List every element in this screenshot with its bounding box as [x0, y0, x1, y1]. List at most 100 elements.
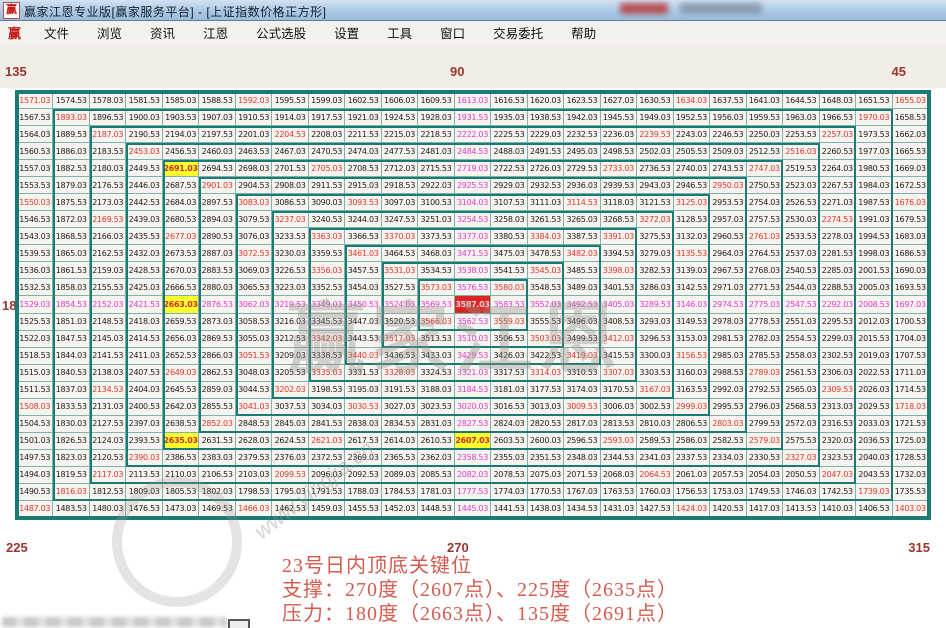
gann-cell: 3538.03: [455, 262, 491, 279]
gann-cell: 2096.03: [309, 467, 345, 484]
gann-cell: 1697.03: [893, 296, 929, 313]
gann-cell: 2565.03: [783, 382, 819, 399]
gann-cell: 2631.53: [199, 433, 235, 450]
menu-item-9[interactable]: 交易委托: [479, 23, 557, 42]
gann-cell: 3209.03: [272, 348, 308, 365]
gann-cell: 3408.53: [601, 314, 637, 331]
gann-cell: 2782.03: [747, 331, 783, 348]
gann-cell: 2656.03: [163, 331, 199, 348]
gann-cell: 1581.53: [126, 92, 162, 109]
gann-cell: 1984.03: [856, 177, 892, 194]
gann-cell: 2561.53: [783, 365, 819, 382]
gann-cell: 1889.53: [53, 126, 89, 143]
gann-cell: 3573.03: [418, 279, 454, 296]
menu-item-5[interactable]: 公式选股: [242, 23, 320, 42]
gann-cell: 2701.53: [272, 160, 308, 177]
gann-cell: 2180.03: [90, 160, 126, 177]
gann-cell: 1952.53: [674, 109, 710, 126]
gann-cell: 1606.03: [382, 92, 418, 109]
gann-cell: 1588.53: [199, 92, 235, 109]
gann-cell: 3576.53: [455, 279, 491, 296]
gann-cell: 2873.03: [199, 314, 235, 331]
gann-cell: 2288.53: [820, 279, 856, 296]
gann-cell: 3450.53: [345, 296, 381, 313]
toolbar: 起始价格: 步长: 3.5 ▼ 阻力位 支撑位: [0, 44, 946, 88]
menu-item-1[interactable]: 文件: [30, 23, 83, 42]
gann-cell: 1536.03: [17, 262, 53, 279]
menu-item-10[interactable]: 帮助: [557, 23, 610, 42]
gann-cell: 2456.53: [163, 143, 199, 160]
gann-cell: 2883.53: [199, 262, 235, 279]
menu-item-6[interactable]: 设置: [320, 23, 373, 42]
gann-cell: 1473.03: [163, 501, 199, 518]
gann-cell: 1578.03: [90, 92, 126, 109]
gann-cell: 1767.03: [564, 484, 600, 501]
gann-cell: 2554.53: [783, 331, 819, 348]
gann-cell: 2320.03: [820, 433, 856, 450]
gann-cell: 3324.53: [418, 365, 454, 382]
gann-cell: 2799.53: [747, 416, 783, 433]
gann-cell: 2575.53: [783, 433, 819, 450]
gann-cell: 3398.03: [601, 262, 637, 279]
gann-cell: 2491.53: [528, 143, 564, 160]
gann-cell: 1655.03: [893, 92, 929, 109]
gann-cell: 3111.03: [528, 194, 564, 211]
gann-cell: 3510.03: [455, 331, 491, 348]
gann-cell: 2106.53: [199, 467, 235, 484]
gann-cell: 2141.53: [90, 348, 126, 365]
gann-cell: 3468.03: [418, 245, 454, 262]
menu-item-8[interactable]: 窗口: [426, 23, 479, 42]
gann-cell: 2183.53: [90, 143, 126, 160]
gann-cell: 2138.03: [90, 365, 126, 382]
menu-item-3[interactable]: 资讯: [136, 23, 189, 42]
gann-cell: 2967.53: [710, 262, 746, 279]
gann-cell: 3307.03: [601, 365, 637, 382]
gann-cell: 3499.53: [564, 331, 600, 348]
gann-cell: 2985.03: [710, 348, 746, 365]
gann-cell: 2645.53: [163, 382, 199, 399]
menu-item-2[interactable]: 浏览: [83, 23, 136, 42]
gann-cell: 2988.53: [710, 365, 746, 382]
gann-cell: 2614.03: [382, 433, 418, 450]
gann-cell: 2743.53: [710, 160, 746, 177]
gann-cell: 3216.03: [272, 314, 308, 331]
gann-cell: 3436.53: [382, 348, 418, 365]
gann-cell: 3132.03: [674, 228, 710, 245]
gann-cell: 2344.53: [601, 450, 637, 467]
gann-cell: 1546.53: [17, 211, 53, 228]
gann-cell: 2334.03: [710, 450, 746, 467]
gann-cell: 3391.03: [601, 228, 637, 245]
gann-cell: 2754.03: [747, 194, 783, 211]
gann-cell: 1746.03: [783, 484, 819, 501]
gann-cell: 2708.53: [345, 160, 381, 177]
gann-cell: 3268.53: [601, 211, 637, 228]
gann-cell: 1445.03: [455, 501, 491, 518]
gann-cell: 2432.03: [126, 245, 162, 262]
gann-cell: 2600.03: [528, 433, 564, 450]
caption-title: 23号日内顶底关键位: [282, 554, 678, 578]
gann-cell: 1627.03: [601, 92, 637, 109]
gann-cell: 1970.03: [856, 109, 892, 126]
title-bar: 赢 赢家江恩专业版[赢家服务平台] - [上证指数价格正方形]: [0, 0, 946, 21]
gann-cell: 3240.53: [309, 211, 345, 228]
gann-cell: 1406.53: [856, 501, 892, 518]
gann-cell: 2068.03: [601, 467, 637, 484]
gann-cell: 3524.03: [382, 296, 418, 313]
gann-cell: 2684.03: [163, 194, 199, 211]
gann-cell: 1760.03: [637, 484, 673, 501]
gann-cell: 1452.03: [382, 501, 418, 518]
menu-item-4[interactable]: 江恩: [189, 23, 242, 42]
gann-cell: 2603.53: [491, 433, 527, 450]
gann-cell: 3338.53: [309, 348, 345, 365]
gann-cell: 3020.03: [455, 399, 491, 416]
gann-cell: 2428.53: [126, 262, 162, 279]
gann-cell: 2593.03: [601, 433, 637, 450]
gann-cell: 3230.03: [272, 245, 308, 262]
gann-cell: 2806.53: [674, 416, 710, 433]
menu-item-7[interactable]: 工具: [373, 23, 426, 42]
gann-cell: 2761.03: [747, 228, 783, 245]
gann-cell: 2621.03: [309, 433, 345, 450]
gann-cell: 3006.03: [601, 399, 637, 416]
gann-cell: 2050.53: [783, 467, 819, 484]
gann-cell: 1511.53: [17, 382, 53, 399]
